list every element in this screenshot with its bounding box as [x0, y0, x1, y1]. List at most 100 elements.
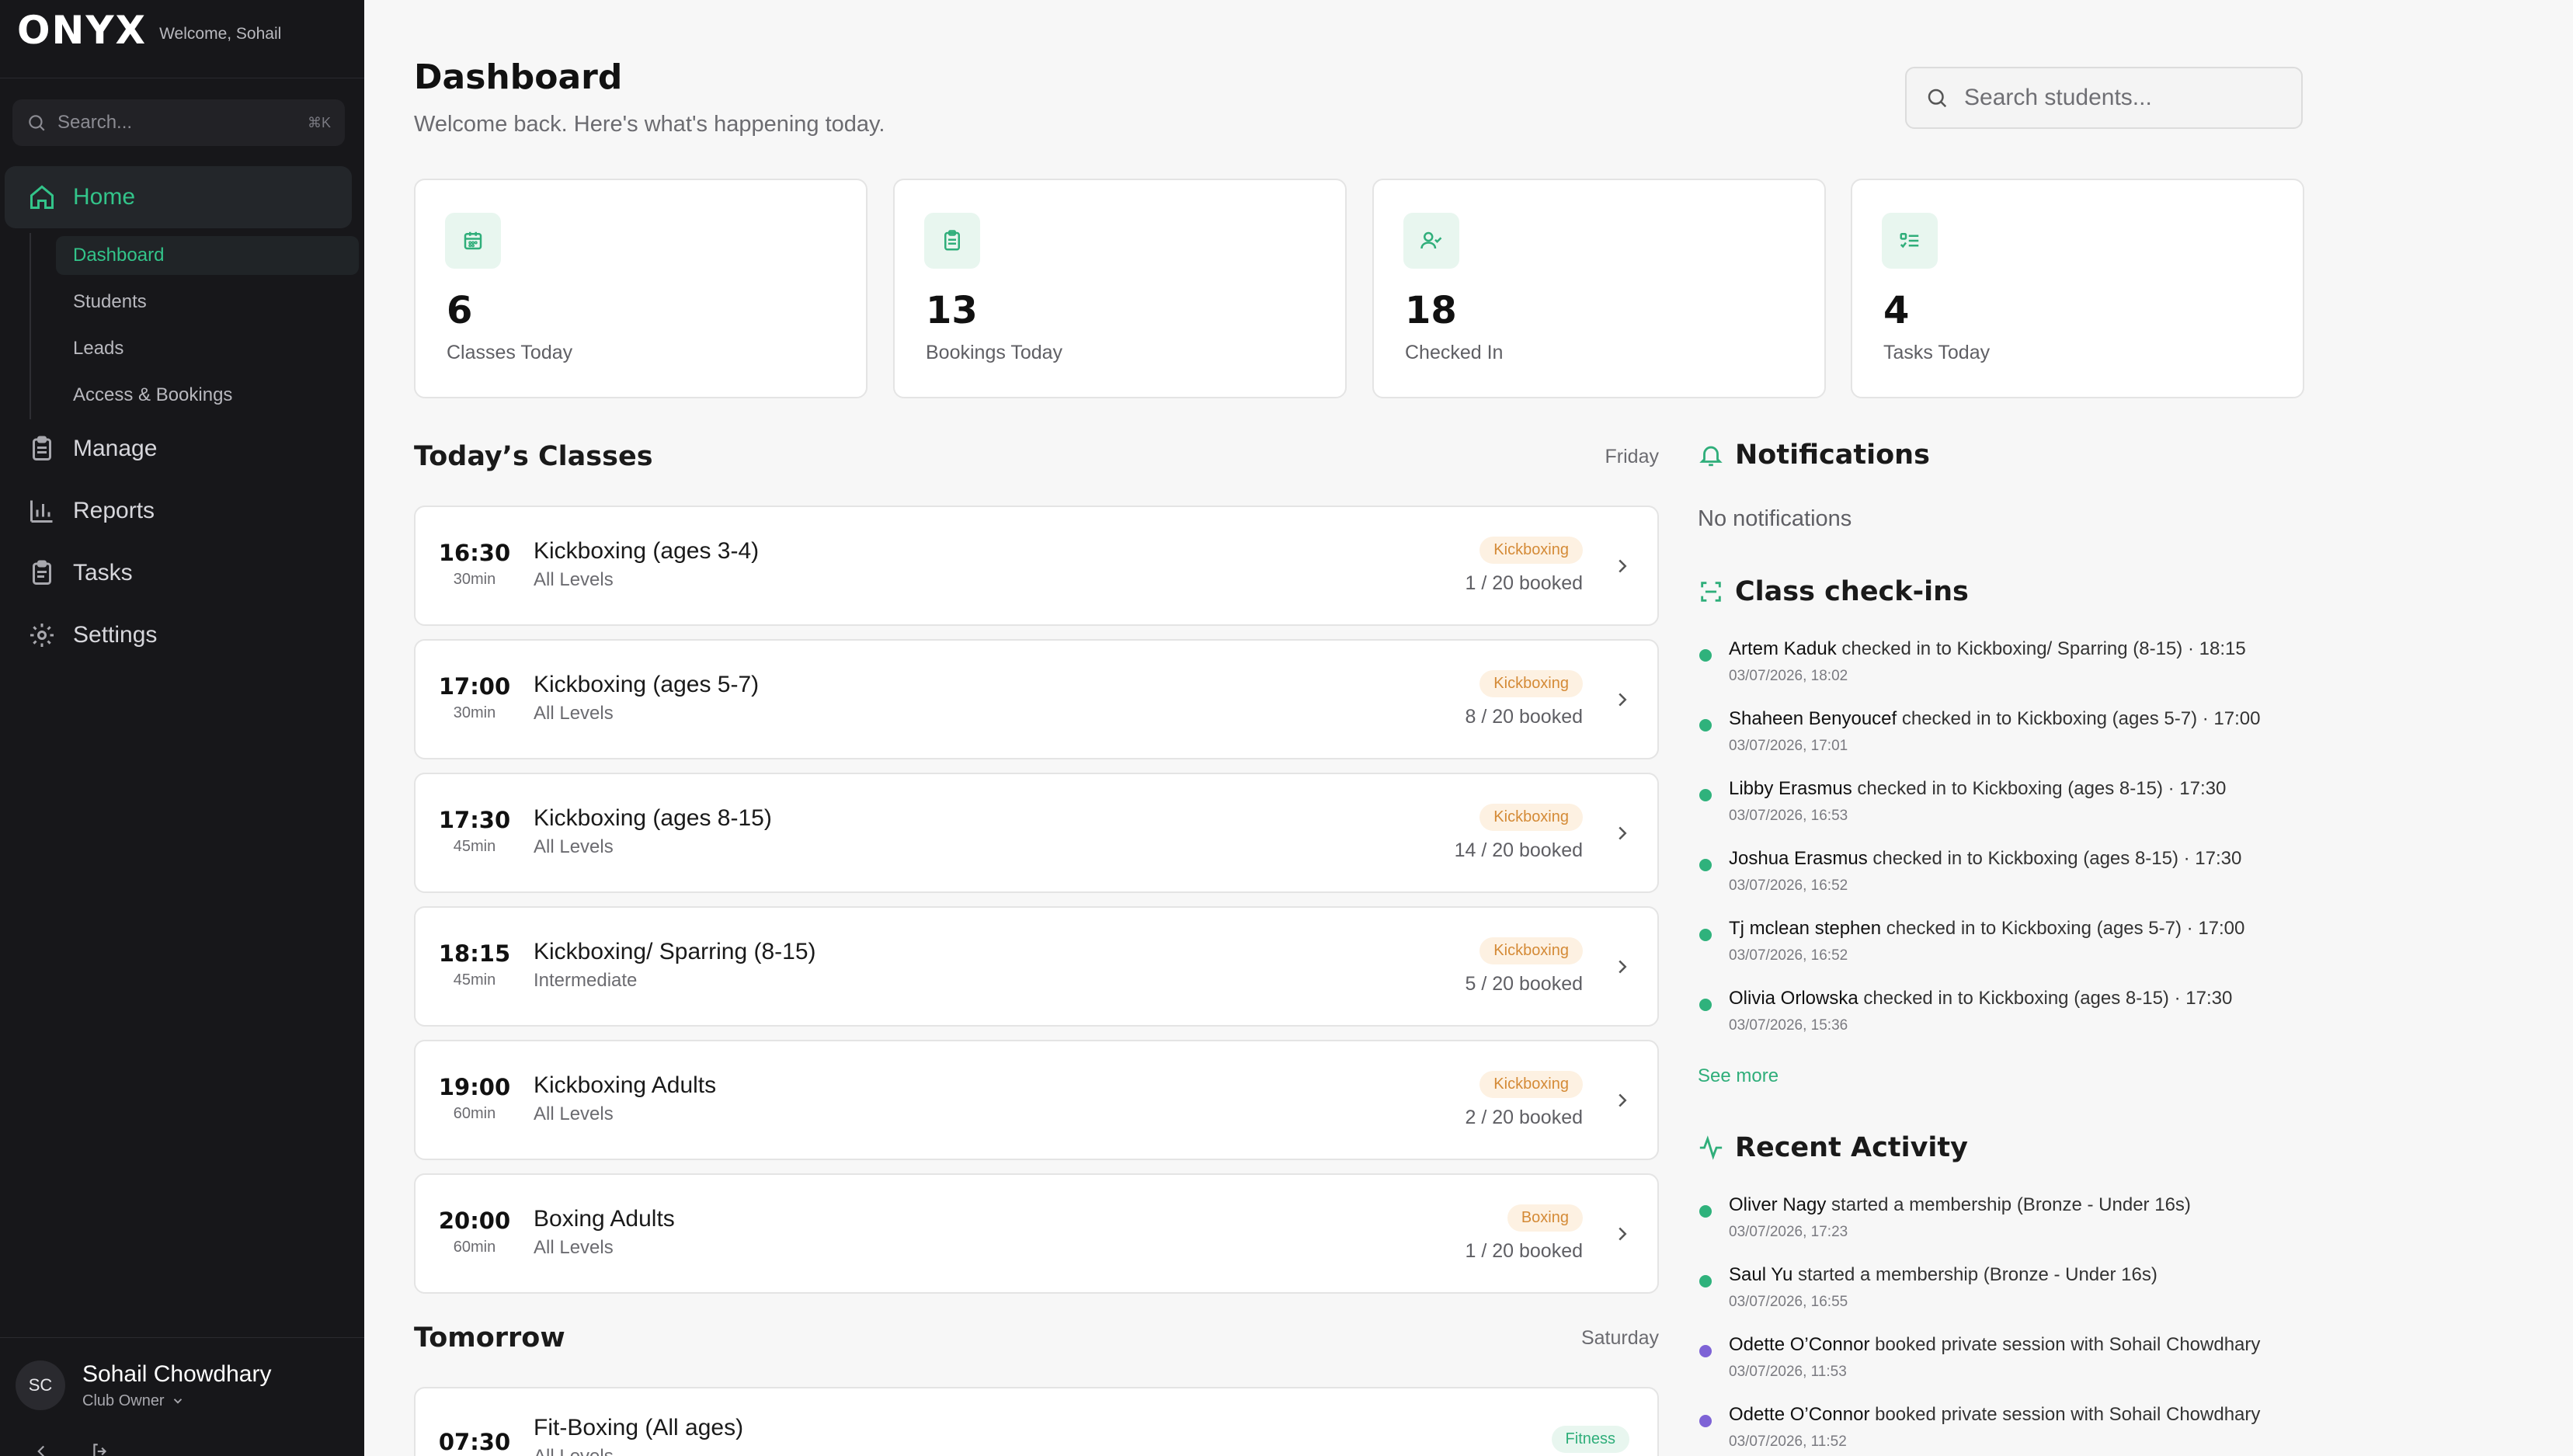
collapse-icon[interactable]	[31, 1441, 51, 1456]
main-content: Dashboard Welcome back. Here's what's ha…	[364, 0, 2573, 1456]
stat-value: 18	[1405, 289, 1457, 332]
class-tag: Kickboxing	[1479, 937, 1583, 964]
class-time: 20:00	[438, 1208, 511, 1234]
class-booked: 1 / 20 booked	[1465, 1240, 1583, 1262]
class-time: 17:00	[438, 673, 511, 700]
activity-icon	[1699, 1135, 1723, 1160]
checkin-detail: checked in to Kickboxing (ages 5-7) · 17…	[1886, 918, 2245, 939]
nav-manage[interactable]: Manage	[5, 418, 352, 480]
user-name: Sohail Chowdhary	[82, 1360, 272, 1387]
status-dot	[1699, 1275, 1712, 1287]
clipboard-icon	[33, 436, 51, 460]
checkin-timestamp: 03/07/2026, 18:02	[1729, 668, 1848, 684]
tomorrow-day: Saturday	[1580, 1327, 1659, 1349]
bell-icon	[1699, 446, 1723, 467]
home-icon	[30, 185, 54, 209]
student-search-input[interactable]: Search students...	[1905, 67, 2303, 129]
class-duration: 30min	[453, 571, 496, 588]
status-dot	[1699, 999, 1712, 1011]
class-level: Intermediate	[534, 970, 638, 991]
checkin-detail: checked in to Kickboxing (ages 8-15) · 1…	[1872, 848, 2242, 869]
subnav-access-bookings[interactable]: Access & Bookings	[56, 376, 359, 415]
status-dot	[1699, 1415, 1712, 1427]
activity-text: Odette O’Connor booked private session w…	[1729, 1334, 2260, 1356]
checkin-timestamp: 03/07/2026, 17:01	[1729, 738, 1848, 754]
class-card[interactable]: 17:30 45min Kickboxing (ages 8-15) All L…	[414, 773, 1659, 893]
welcome-text: Welcome, Sohail	[159, 25, 282, 43]
activity-detail: started a membership (Bronze - Under 16s…	[1831, 1194, 2191, 1215]
subnav-students[interactable]: Students	[56, 283, 359, 321]
checkin-name: Libby Erasmus	[1729, 778, 1852, 799]
class-duration: 60min	[453, 1239, 496, 1256]
checkin-detail: checked in to Kickboxing (ages 8-15) · 1…	[1863, 988, 2233, 1009]
checkin-text: Shaheen Benyoucef checked in to Kickboxi…	[1729, 708, 2260, 730]
stat-card-tasks[interactable]: 4 Tasks Today	[1851, 179, 2304, 398]
search-icon	[1928, 89, 1947, 108]
stat-card-bookings[interactable]: 13 Bookings Today	[893, 179, 1347, 398]
todays-classes-day: Friday	[1605, 446, 1659, 467]
checkin-name: Artem Kaduk	[1729, 638, 1837, 659]
activity-header: Recent Activity	[1698, 1132, 1968, 1163]
logout-icon[interactable]	[90, 1441, 110, 1456]
nav-home[interactable]: Home	[5, 166, 352, 228]
checkins-header: Class check-ins	[1698, 576, 1969, 607]
class-card[interactable]: 07:30 Fit-Boxing (All ages) All Levels F…	[414, 1387, 1659, 1456]
checkin-text: Artem Kaduk checked in to Kickboxing/ Sp…	[1729, 638, 2246, 660]
activity-text: Odette O’Connor booked private session w…	[1729, 1404, 2260, 1426]
stat-label: Checked In	[1405, 342, 1504, 363]
status-dot	[1699, 859, 1712, 871]
logo[interactable]: ONYX	[17, 11, 147, 50]
activity-name: Oliver Nagy	[1729, 1194, 1827, 1215]
activity-detail: booked private session with Sohail Chowd…	[1875, 1404, 2261, 1425]
class-booked: 8 / 20 booked	[1465, 706, 1583, 728]
checkin-text: Tj mclean stephen checked in to Kickboxi…	[1729, 918, 2244, 940]
class-card[interactable]: 19:00 60min Kickboxing Adults All Levels…	[414, 1040, 1659, 1160]
class-time: 17:30	[438, 807, 511, 833]
activity-detail: started a membership (Bronze - Under 16s…	[1797, 1264, 2157, 1285]
class-card[interactable]: 20:00 60min Boxing Adults All Levels Box…	[414, 1173, 1659, 1294]
class-name: Kickboxing/ Sparring (8-15)	[534, 939, 816, 964]
checkin-detail: checked in to Kickboxing (ages 8-15) · 1…	[1857, 778, 2227, 799]
sidebar-search[interactable]: Search... ⌘K	[12, 99, 345, 146]
activity-name: Odette O’Connor	[1729, 1334, 1870, 1355]
status-dot	[1699, 649, 1712, 662]
class-card[interactable]: 16:30 30min Kickboxing (ages 3-4) All Le…	[414, 506, 1659, 626]
nav-manage-label: Manage	[73, 436, 158, 461]
checkin-name: Shaheen Benyoucef	[1729, 708, 1897, 729]
chevron-right-icon	[1619, 559, 1627, 573]
nav-settings[interactable]: Settings	[5, 604, 352, 666]
activity-text: Saul Yu started a membership (Bronze - U…	[1729, 1264, 2157, 1286]
notifications-title: Notifications	[1735, 440, 1930, 471]
user-profile[interactable]: SC Sohail Chowdhary Club Owner	[16, 1360, 271, 1410]
chevron-right-icon	[1619, 960, 1627, 974]
class-card[interactable]: 17:00 30min Kickboxing (ages 5-7) All Le…	[414, 639, 1659, 759]
stat-card-checked-in[interactable]: 18 Checked In	[1372, 179, 1826, 398]
activity-timestamp: 03/07/2026, 11:53	[1729, 1364, 1847, 1380]
class-name: Kickboxing Adults	[534, 1072, 717, 1098]
class-name: Fit-Boxing (All ages)	[534, 1415, 744, 1440]
class-level: All Levels	[534, 703, 614, 724]
subnav-leads[interactable]: Leads	[56, 329, 359, 368]
tomorrow-title: Tomorrow	[414, 1322, 565, 1353]
checkin-timestamp: 03/07/2026, 16:53	[1729, 808, 1848, 824]
class-booked: 14 / 20 booked	[1454, 839, 1583, 861]
stat-label: Classes Today	[447, 342, 573, 363]
calendar-icon	[445, 213, 501, 269]
class-level: All Levels	[534, 836, 614, 857]
checkin-name: Joshua Erasmus	[1729, 848, 1868, 869]
nav-tasks[interactable]: Tasks	[5, 542, 352, 604]
class-level: All Levels	[534, 1446, 614, 1456]
checkins-title: Class check-ins	[1735, 576, 1969, 607]
status-dot	[1699, 719, 1712, 731]
chevron-right-icon	[1619, 693, 1627, 707]
stat-card-classes[interactable]: 6 Classes Today	[414, 179, 868, 398]
checkin-text: Libby Erasmus checked in to Kickboxing (…	[1729, 778, 2226, 800]
chevron-down-icon	[173, 1399, 182, 1404]
user-role: Club Owner	[82, 1392, 165, 1409]
nav-reports[interactable]: Reports	[5, 480, 352, 542]
class-card[interactable]: 18:15 45min Kickboxing/ Sparring (8-15) …	[414, 906, 1659, 1027]
see-more-link[interactable]: See more	[1698, 1065, 1778, 1087]
user-role-row[interactable]: Club Owner	[82, 1392, 271, 1410]
subnav-dashboard[interactable]: Dashboard	[56, 236, 359, 275]
nav-home-label: Home	[73, 184, 136, 210]
